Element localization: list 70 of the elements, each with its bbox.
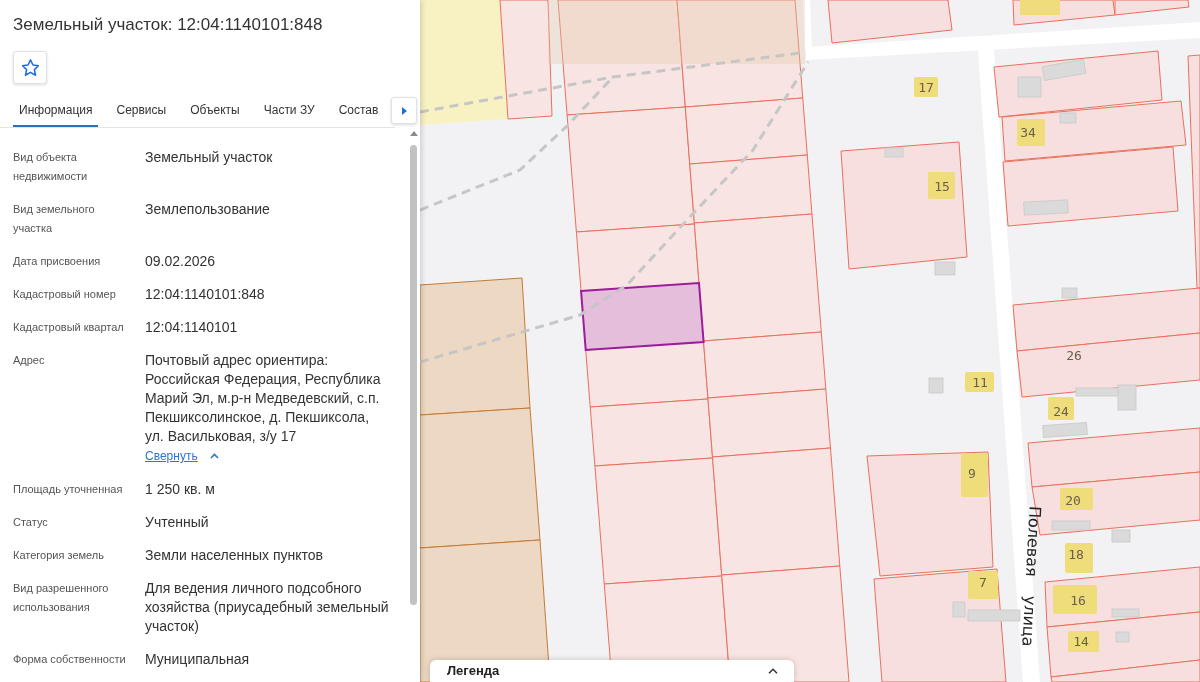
house-number-label: 17: [918, 80, 934, 95]
field-label: Вид разрешенного использования: [13, 581, 110, 615]
building: [1068, 631, 1099, 652]
field-value: 1 250 кв. м: [145, 480, 216, 499]
tab[interactable]: Состав: [332, 95, 385, 127]
tab[interactable]: Объекты: [184, 95, 246, 127]
field-label: Вид объекта недвижимости: [13, 150, 89, 184]
house-number-label: 15: [934, 179, 950, 194]
house-number-label: 14: [1073, 634, 1089, 649]
field-value: Учтенный: [145, 513, 210, 532]
legend-title: Легенда: [447, 663, 500, 679]
building: [1042, 422, 1088, 438]
house-number-label: 20: [1065, 493, 1081, 508]
field-value: Земельный участок: [145, 148, 274, 167]
building: [1051, 520, 1091, 531]
field-value: 12:04:1140101: [145, 318, 239, 337]
field-value: Земли населенных пунктов: [145, 546, 325, 565]
house-number-label: 34: [1020, 125, 1036, 140]
street-name-label: Полевая улица: [1018, 505, 1045, 647]
caret-right-icon: [401, 106, 407, 115]
field-label: Кадастровый квартал: [13, 320, 125, 335]
field-value: Землепользование: [145, 200, 271, 219]
chevron-up-icon[interactable]: [768, 668, 778, 674]
building: [884, 147, 904, 158]
collapse-link[interactable]: Свернуть: [145, 446, 198, 466]
house-number-label: 11: [972, 375, 988, 390]
building: [1059, 112, 1077, 124]
field-label: Вид земельного участка: [13, 202, 96, 236]
field-label: Статус: [13, 515, 49, 530]
house-number-label: 16: [1070, 593, 1086, 608]
house-number-label: 7: [979, 575, 987, 590]
building: [1115, 631, 1130, 643]
building: [1111, 608, 1140, 618]
building: [1023, 199, 1069, 216]
tab[interactable]: Сервисы: [110, 95, 173, 127]
field-label: Форма собственности: [13, 652, 127, 667]
field-label: Категория земель: [13, 548, 105, 563]
building: [1053, 585, 1097, 614]
building: [934, 261, 956, 276]
building: [1065, 543, 1093, 573]
building: [1020, 0, 1060, 15]
field-label: Кадастровый номер: [13, 287, 117, 302]
building: [928, 377, 944, 394]
house-number-label: 26: [1066, 348, 1082, 363]
house-number-label: 24: [1053, 404, 1069, 419]
tab[interactable]: Информация: [13, 95, 99, 127]
panel-title: Земельный участок: 12:04:1140101:848: [12, 14, 324, 36]
building: [1061, 287, 1078, 299]
building: [1017, 119, 1045, 146]
building: [965, 372, 994, 392]
house-number-label: 18: [1068, 547, 1084, 562]
field-value: Муниципальная: [145, 650, 251, 669]
field-label: Адрес: [13, 353, 46, 368]
tab[interactable]: Части ЗУ: [257, 95, 321, 127]
scrollbar-thumb[interactable]: [410, 145, 417, 605]
house-number-label: 9: [968, 466, 976, 481]
field-value: Для ведения личного подсобного хозяйства (приусадебный земельный участок): [145, 579, 390, 636]
tabs-scroll-button[interactable]: [391, 97, 417, 124]
scroll-up-icon[interactable]: [410, 131, 418, 136]
field-label: Дата присвоения: [13, 254, 102, 269]
building: [928, 172, 955, 199]
field-value: 12:04:1140101:848: [145, 285, 266, 304]
building: [1111, 529, 1131, 543]
field-value: 09.02.2026: [145, 252, 217, 271]
building: [961, 453, 988, 497]
building: [968, 571, 998, 599]
favorite-button[interactable]: [13, 51, 47, 84]
building: [1060, 488, 1093, 510]
field-value: Почтовый адрес ориентира: Российская Федерация, Республика Марий Эл, м.р-н Медведевский, с.п. Пекшиксолинское, д. Пекшиксола, ул. Васильковая, з/у 17: [145, 351, 382, 446]
field-label: Площадь уточненная: [13, 482, 124, 497]
